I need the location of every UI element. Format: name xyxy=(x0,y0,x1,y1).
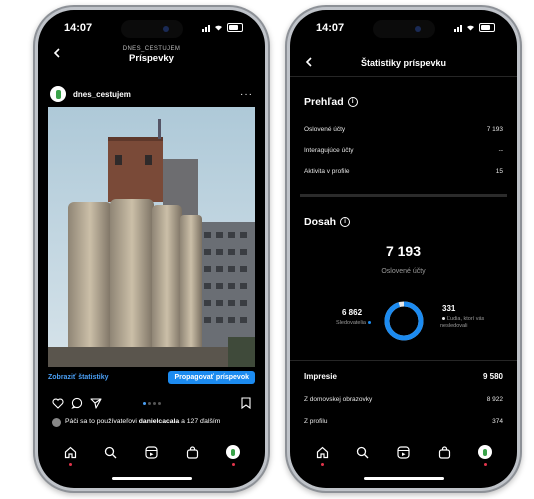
followers-value: 6 862 xyxy=(342,308,363,317)
likes-text[interactable]: Páči sa to používateľovi danielcacala a … xyxy=(65,418,220,427)
divider xyxy=(290,76,517,77)
info-icon[interactable]: i xyxy=(340,217,351,227)
reach-title: Dosah i xyxy=(304,216,351,228)
tab-reels[interactable] xyxy=(142,443,160,461)
overview-row: Oslovené účty 7 193 xyxy=(304,126,503,133)
profile-avatar-icon xyxy=(477,445,492,459)
tab-profile[interactable] xyxy=(476,443,494,466)
bottom-tab-bar xyxy=(50,442,253,466)
silo-building-photo xyxy=(48,107,255,367)
home-icon xyxy=(64,446,76,458)
wifi-icon xyxy=(467,25,474,31)
reach-total: 7 193 xyxy=(385,243,422,259)
phone-right: 14:07 Štatistiky príspevku Prehľad i Osl… xyxy=(290,10,517,488)
phone-left: 14:07 DNES_CESTUJEM Príspevky dnes_cestu… xyxy=(38,10,265,488)
more-icon[interactable]: ··· xyxy=(240,89,253,100)
row-label: Interagujúce účty xyxy=(304,147,354,154)
row-label: Z domovskej obrazovky xyxy=(304,396,373,403)
bottom-tab-bar xyxy=(302,442,505,466)
divider xyxy=(290,360,517,361)
impressions-title: Impresie xyxy=(304,372,337,381)
top-nav: Štatistiky príspevku xyxy=(290,54,517,74)
impressions-row: Z profilu 374 xyxy=(304,418,503,425)
dynamic-island xyxy=(120,20,183,38)
tab-reels[interactable] xyxy=(394,443,412,461)
nav-subtitle: DNES_CESTUJEM xyxy=(122,46,181,52)
signal-icon xyxy=(202,24,210,32)
liker-avatar xyxy=(52,418,61,427)
share-icon[interactable] xyxy=(90,397,102,409)
status-icons xyxy=(454,23,495,32)
row-label: Oslovené účty xyxy=(304,126,346,133)
search-icon xyxy=(105,446,117,458)
impressions-header: Impresie 9 580 xyxy=(304,372,503,381)
section-divider xyxy=(300,194,507,197)
followers-label: Sledovatelia xyxy=(336,320,373,327)
reels-icon xyxy=(145,445,158,459)
tab-search[interactable] xyxy=(354,443,372,461)
overview-row: Interagujúce účty -- xyxy=(304,147,503,154)
dynamic-island xyxy=(372,20,435,38)
row-value: -- xyxy=(498,147,503,154)
wifi-icon xyxy=(215,25,222,31)
signal-icon xyxy=(454,24,462,32)
overview-title: Prehľad i xyxy=(304,96,358,108)
comment-icon[interactable] xyxy=(71,397,83,409)
overview-row: Aktivita v profile 15 xyxy=(304,168,503,175)
row-label: Aktivita v profile xyxy=(304,168,350,175)
carousel-dots xyxy=(142,401,161,405)
reels-icon xyxy=(397,445,410,459)
battery-icon xyxy=(227,23,243,32)
nav-title: Štatistiky príspevku xyxy=(360,58,447,68)
tab-profile[interactable] xyxy=(224,443,242,466)
post-icons-row xyxy=(52,396,251,410)
nav-title: Príspevky xyxy=(129,53,174,64)
status-time: 14:07 xyxy=(64,22,93,34)
profile-avatar-icon xyxy=(225,445,240,459)
post-image[interactable] xyxy=(48,107,255,367)
heart-icon[interactable] xyxy=(52,398,64,409)
tab-shop[interactable] xyxy=(183,443,201,461)
info-icon[interactable]: i xyxy=(347,97,358,107)
impressions-row: Z domovskej obrazovky 8 922 xyxy=(304,396,503,403)
impressions-total: 9 580 xyxy=(482,372,503,381)
status-time: 14:07 xyxy=(316,22,345,34)
promote-post-button[interactable]: Propagovať príspevok xyxy=(168,370,255,384)
tab-search[interactable] xyxy=(102,443,120,461)
shop-icon xyxy=(438,445,450,459)
search-icon xyxy=(357,446,369,458)
post-header: dnes_cestujem ··· xyxy=(50,84,253,104)
reach-donut xyxy=(383,300,425,342)
top-nav: DNES_CESTUJEM Príspevky xyxy=(38,42,265,72)
avatar[interactable] xyxy=(50,86,66,102)
home-indicator xyxy=(363,477,444,480)
nonfollowers-label: Ľudia, ktorí vás nesledovali xyxy=(440,316,485,329)
home-icon xyxy=(316,446,328,458)
row-value: 8 922 xyxy=(486,396,503,403)
row-value: 7 193 xyxy=(486,126,503,133)
battery-icon xyxy=(479,23,495,32)
row-value: 374 xyxy=(492,418,503,425)
status-icons xyxy=(202,23,243,32)
nav-header: DNES_CESTUJEM Príspevky xyxy=(38,46,265,64)
tab-home[interactable] xyxy=(313,443,331,466)
followers-arc xyxy=(384,301,423,341)
home-indicator xyxy=(111,477,192,480)
view-insights-link[interactable]: Zobraziť štatistiky xyxy=(48,374,109,381)
tab-home[interactable] xyxy=(61,443,79,466)
row-value: 15 xyxy=(495,168,503,175)
username[interactable]: dnes_cestujem xyxy=(73,90,131,99)
nonfollowers-value: 331 xyxy=(442,304,456,313)
post-action-bar: Zobraziť štatistiky Propagovať príspevok xyxy=(48,370,255,384)
bookmark-icon[interactable] xyxy=(241,397,251,409)
likes-summary: Páči sa to používateľovi danielcacala a … xyxy=(52,418,251,427)
tab-shop[interactable] xyxy=(435,443,453,461)
row-label: Z profilu xyxy=(304,418,328,425)
shop-icon xyxy=(186,445,198,459)
reach-total-label: Oslovené účty xyxy=(381,268,426,275)
